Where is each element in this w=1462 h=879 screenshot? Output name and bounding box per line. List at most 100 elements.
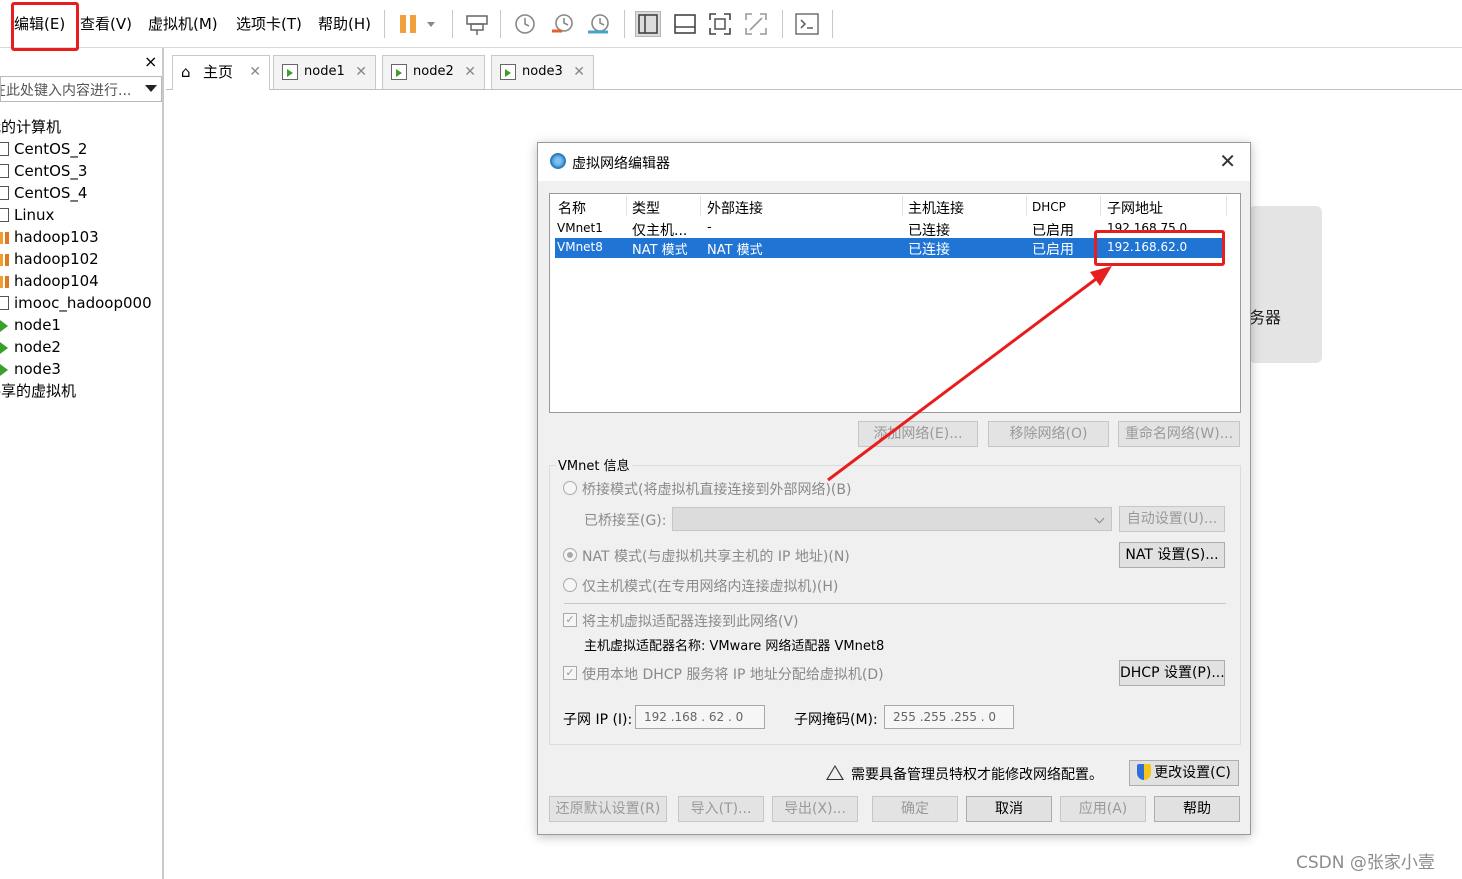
remove-network-button[interactable]: 移除网络(O) [988, 421, 1109, 447]
tree-item-centos2[interactable]: CentOS_2 [0, 138, 162, 160]
tab-home[interactable]: ⌂ 主页 ✕ [172, 55, 270, 90]
column-header-subnet[interactable]: 子网地址 [1107, 198, 1163, 218]
vm-running-icon [0, 320, 8, 332]
tree-item-node2[interactable]: node2 [0, 336, 162, 358]
use-dhcp-checkbox[interactable]: ✓ [563, 666, 577, 680]
library-sidebar: × 在此处键入内容进行... 我的计算机 CentOS_2 CentOS_3 C… [0, 48, 164, 879]
host-only-radio[interactable] [563, 578, 577, 592]
watermark-text: CSDN @张家小壹 [1296, 853, 1435, 873]
cancel-button[interactable]: 取消 [966, 796, 1052, 822]
tab-node2[interactable]: node2 ✕ [382, 55, 485, 89]
menu-tabs[interactable]: 选项卡(T) [236, 13, 302, 34]
vm-icon [0, 164, 9, 178]
thumbnail-bar-icon[interactable] [672, 11, 698, 37]
library-search-input[interactable]: 在此处键入内容进行... [0, 76, 162, 102]
cell-type: 仅主机... [632, 223, 688, 239]
tab-node3[interactable]: node3 ✕ [491, 55, 594, 89]
column-header-type[interactable]: 类型 [632, 198, 660, 218]
full-screen-icon[interactable] [707, 11, 733, 37]
column-header-dhcp[interactable]: DHCP [1032, 200, 1066, 214]
close-tab-icon[interactable]: ✕ [464, 56, 476, 88]
close-tab-icon[interactable]: ✕ [355, 56, 367, 88]
restore-defaults-button[interactable]: 还原默认设置(R) [549, 796, 667, 822]
snapshot-manager-icon[interactable] [586, 11, 612, 37]
network-globe-icon [550, 153, 566, 169]
connect-adapter-checkbox[interactable]: ✓ [563, 613, 577, 627]
tree-root-shared-vms[interactable]: 共享的虚拟机 [0, 380, 162, 402]
column-divider [902, 196, 903, 216]
tree-root-my-computer[interactable]: 我的计算机 [0, 116, 162, 138]
nat-mode-label: NAT 模式(与虚拟机共享主机的 IP 地址)(N) [582, 549, 850, 565]
tree-item-label: CentOS_3 [14, 162, 88, 180]
export-button[interactable]: 导出(X)... [772, 796, 858, 822]
highlight-box-edit-menu [11, 2, 79, 51]
network-list: 名称 类型 外部连接 主机连接 DHCP 子网地址 VMnet1 仅主机... … [549, 193, 1241, 413]
import-button[interactable]: 导入(T)... [678, 796, 764, 822]
tree-item-node3[interactable]: node3 [0, 358, 162, 380]
tree-item-hadoop104[interactable]: hadoop104 [0, 270, 162, 292]
column-header-external[interactable]: 外部连接 [707, 198, 763, 218]
tree-item-centos3[interactable]: CentOS_3 [0, 160, 162, 182]
vm-icon [0, 208, 9, 222]
search-dropdown-icon[interactable] [145, 85, 157, 92]
ok-button[interactable]: 确定 [872, 796, 958, 822]
tab-label: 主页 [203, 63, 234, 81]
menu-view[interactable]: 查看(V) [80, 13, 132, 34]
bridged-mode-radio[interactable] [563, 481, 577, 495]
close-icon[interactable]: ✕ [1219, 149, 1236, 173]
library-view-icon[interactable] [635, 11, 661, 37]
pause-icon[interactable] [396, 11, 422, 37]
vmnet-info-label: VMnet 信息 [556, 455, 632, 474]
admin-notice-text: 需要具备管理员特权才能修改网络配置。 [851, 767, 1103, 783]
help-button[interactable]: 帮助 [1154, 796, 1240, 822]
column-header-name[interactable]: 名称 [558, 198, 586, 218]
close-tab-icon[interactable]: ✕ [249, 56, 261, 88]
revert-snapshot-icon[interactable] [550, 11, 576, 37]
dropdown-icon[interactable] [424, 11, 438, 37]
tree-item-label: CentOS_2 [14, 140, 88, 158]
auto-settings-button[interactable]: 自动设置(U)... [1119, 506, 1225, 532]
highlight-box-subnet [1094, 230, 1225, 266]
rename-network-button[interactable]: 重命名网络(W)... [1118, 421, 1240, 447]
send-ctrl-alt-del-icon[interactable] [464, 11, 490, 37]
vm-icon [0, 186, 9, 200]
add-network-button[interactable]: 添加网络(E)... [858, 421, 978, 447]
column-divider [1026, 196, 1027, 216]
nat-settings-button[interactable]: NAT 设置(S)... [1119, 542, 1225, 568]
vm-suspended-icon [0, 232, 9, 244]
apply-button[interactable]: 应用(A) [1060, 796, 1146, 822]
subnet-mask-input[interactable]: 255 .255 .255 . 0 [884, 705, 1014, 729]
nat-mode-radio[interactable] [563, 548, 577, 562]
tree-item-label: node3 [14, 360, 61, 378]
uac-shield-icon [1137, 764, 1152, 780]
toolbar-separator [832, 10, 833, 38]
tree-item-imooc-hadoop000[interactable]: imooc_hadoop000 [0, 292, 162, 314]
cell-external: - [707, 220, 712, 235]
tree-item-node1[interactable]: node1 [0, 314, 162, 336]
tree-root-label: 共享的虚拟机 [0, 382, 77, 400]
tree-item-linux[interactable]: Linux [0, 204, 162, 226]
column-header-host[interactable]: 主机连接 [908, 198, 964, 218]
menu-vm[interactable]: 虚拟机(M) [148, 13, 218, 34]
vm-running-icon [500, 64, 516, 80]
subnet-ip-input[interactable]: 192 .168 . 62 . 0 [635, 705, 765, 729]
menu-bar: 编辑(E) 查看(V) 虚拟机(M) 选项卡(T) 帮助(H) [0, 0, 1462, 48]
unity-icon[interactable] [743, 11, 769, 37]
vm-running-icon [391, 64, 407, 80]
home-card-remote-server[interactable]: 务器 [1249, 206, 1322, 363]
cell-dhcp: 已启用 [1032, 223, 1074, 239]
snapshot-icon[interactable] [512, 11, 538, 37]
close-library-icon[interactable]: × [144, 52, 157, 71]
bridged-to-select[interactable] [672, 507, 1112, 531]
change-settings-button[interactable]: 更改设置(C) [1129, 760, 1239, 786]
tab-bar: ⌂ 主页 ✕ node1 ✕ node2 ✕ node3 ✕ [166, 48, 1462, 90]
menu-help[interactable]: 帮助(H) [318, 13, 371, 34]
tree-item-centos4[interactable]: CentOS_4 [0, 182, 162, 204]
cell-name: VMnet1 [557, 221, 603, 235]
tree-item-hadoop103[interactable]: hadoop103 [0, 226, 162, 248]
close-tab-icon[interactable]: ✕ [573, 56, 585, 88]
tree-item-hadoop102[interactable]: hadoop102 [0, 248, 162, 270]
tab-node1[interactable]: node1 ✕ [273, 55, 376, 89]
dhcp-settings-button[interactable]: DHCP 设置(P)... [1119, 660, 1225, 686]
console-icon[interactable] [794, 11, 820, 37]
